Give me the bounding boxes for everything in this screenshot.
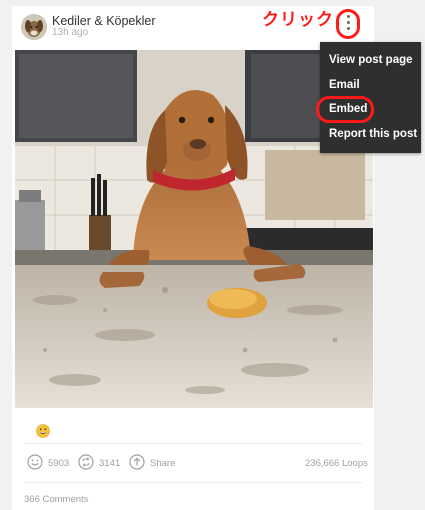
repost-icon: [78, 454, 94, 470]
click-annotation: クリック: [262, 10, 334, 29]
share-arrow-icon: [129, 454, 145, 470]
caption-emoji: [36, 424, 50, 438]
menu-item-email[interactable]: Email: [329, 79, 360, 91]
vertical-ellipsis-icon: [346, 15, 350, 33]
like-count: 5903: [48, 458, 70, 469]
comments-link[interactable]: 366 Comments: [24, 494, 88, 505]
avatar-dog-image: [21, 14, 47, 40]
smiley-icon: [27, 454, 43, 470]
embed-highlight-ring: [316, 96, 374, 123]
author-avatar[interactable]: [21, 14, 47, 40]
revine-count: 3141: [99, 458, 121, 469]
share-label: Share: [150, 458, 176, 469]
post-time: 13h ago: [52, 27, 89, 38]
menu-item-report-this-post[interactable]: Report this post: [329, 128, 417, 140]
like-stat[interactable]: 5903: [27, 454, 75, 472]
share-button[interactable]: Share: [129, 454, 177, 472]
more-options-button[interactable]: [336, 9, 364, 41]
divider: [24, 482, 362, 483]
loop-count: 236,666 Loops: [305, 458, 368, 469]
divider: [24, 443, 362, 444]
grinning-face-icon: [36, 424, 50, 438]
author-name[interactable]: Kediler & Köpekler: [52, 14, 156, 28]
revine-stat[interactable]: 3141: [78, 454, 126, 472]
menu-item-view-post-page[interactable]: View post page: [329, 54, 413, 66]
